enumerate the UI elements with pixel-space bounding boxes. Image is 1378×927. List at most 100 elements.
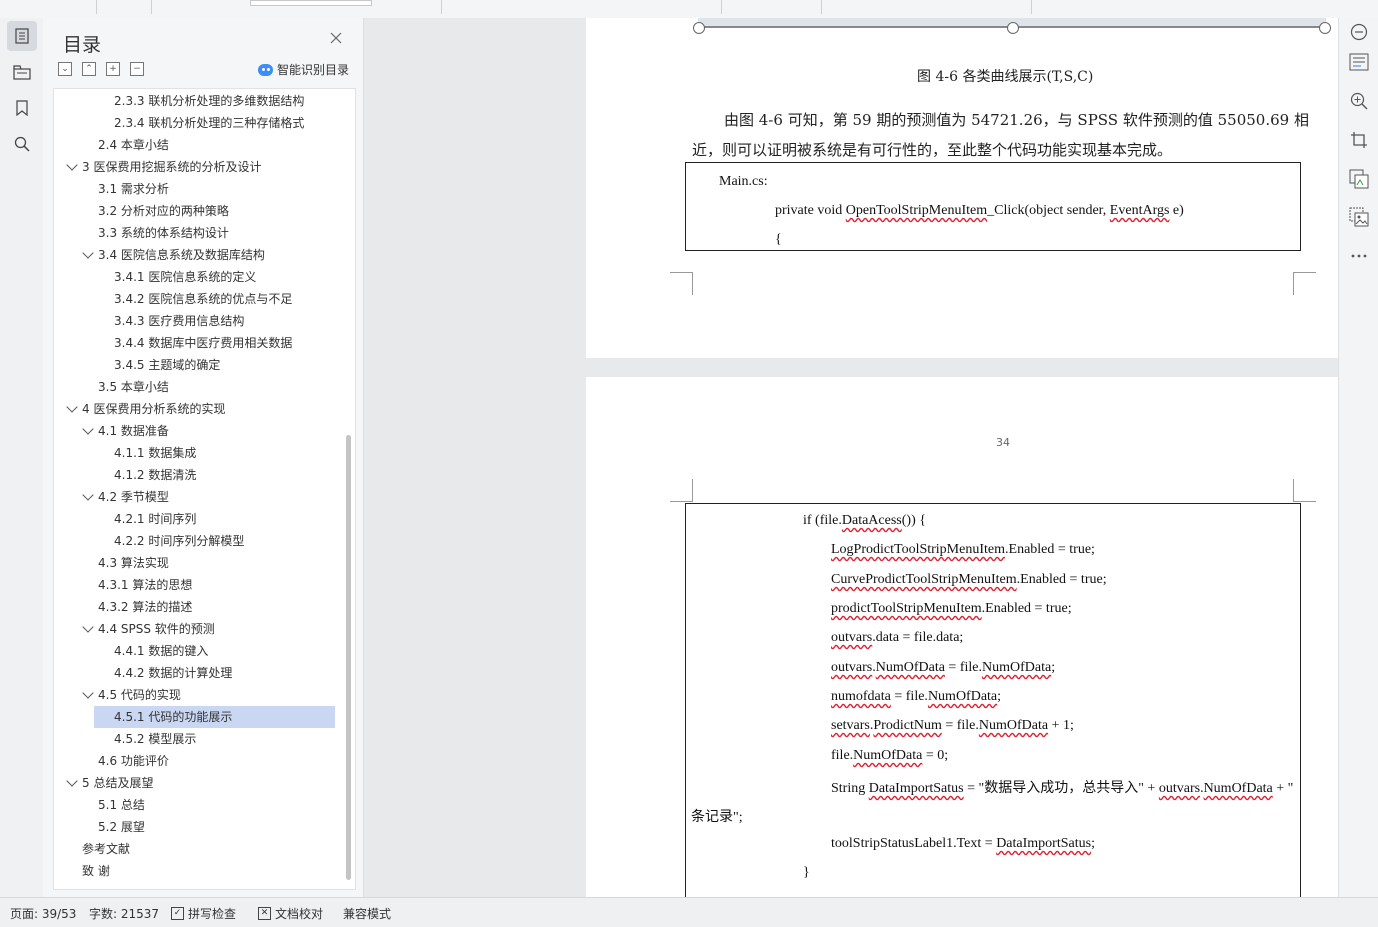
toc-item[interactable]: 3.3 系统的体系结构设计 [54, 222, 334, 244]
toc-item-label: 3.4.1 医院信息系统的定义 [114, 270, 257, 284]
toc-item[interactable]: 4.3.2 算法的描述 [54, 596, 334, 618]
toc-item[interactable]: 3.5 本章小结 [54, 376, 334, 398]
code-line: outvars.NumOfData = file.NumOfData; [831, 660, 1056, 675]
robot-icon [258, 63, 273, 76]
toc-item[interactable]: 4.4.1 数据的键入 [54, 640, 334, 662]
chevron-down-icon[interactable] [82, 489, 94, 501]
toc-scrollbar[interactable] [346, 435, 351, 880]
zoom-in-icon[interactable] [1347, 89, 1371, 113]
toc-item-label: 3.4.4 数据库中医疗费用相关数据 [114, 336, 293, 350]
code-line: { [775, 232, 782, 247]
crop-icon[interactable] [1347, 128, 1371, 152]
smart-toc-button[interactable]: 智能识别目录 [258, 61, 349, 78]
close-icon[interactable] [330, 32, 346, 48]
more-icon[interactable] [1347, 244, 1371, 268]
word-count[interactable]: 字数: 21537 [89, 905, 159, 922]
toc-item[interactable]: 4.4.2 数据的计算处理 [54, 662, 334, 684]
remove-heading-icon[interactable]: − [130, 62, 144, 76]
toc-item[interactable]: 致 谢 [54, 860, 334, 882]
toc-item-label: 3 医保费用挖掘系统的分析及设计 [82, 160, 262, 174]
toc-item[interactable]: 3.4.5 主题域的确定 [54, 354, 334, 376]
toc-item[interactable]: 4 医保费用分析系统的实现 [54, 398, 334, 420]
toc-item-label: 4.2 季节模型 [98, 490, 169, 504]
chevron-down-icon[interactable] [82, 423, 94, 435]
toc-item[interactable]: 4.5.1 代码的功能展示 [94, 706, 335, 728]
toc-item-label: 4.1.1 数据集成 [114, 446, 197, 460]
toc-item[interactable]: 3 医保费用挖掘系统的分析及设计 [54, 156, 334, 178]
toc-item[interactable]: 4.3 算法实现 [54, 552, 334, 574]
toc-item[interactable]: 4.2.2 时间序列分解模型 [54, 530, 334, 552]
image-translate-icon[interactable] [1347, 167, 1371, 191]
status-bar: 页面: 39/53 字数: 21537 ✓ 拼写检查 ✕ 文档校对 兼容模式 [0, 897, 1378, 927]
toc-item[interactable]: 4.1 数据准备 [54, 420, 334, 442]
toc-item[interactable]: 4.5 代码的实现 [54, 684, 334, 706]
smart-toc-label: 智能识别目录 [277, 63, 350, 77]
toc-item[interactable]: 4.5.2 模型展示 [54, 728, 334, 750]
proofread-button[interactable]: ✕ 文档校对 [258, 905, 323, 922]
toc-item[interactable]: 4.4 SPSS 软件的预测 [54, 618, 334, 640]
chevron-down-icon[interactable] [66, 775, 78, 787]
toc-item-label: 4.6 功能评价 [98, 754, 169, 768]
outline-icon[interactable] [7, 57, 37, 87]
chevron-down-icon[interactable] [82, 621, 94, 633]
toc-item[interactable]: 3.4.1 医院信息系统的定义 [54, 266, 334, 288]
toc-item[interactable]: 5.1 总结 [54, 794, 334, 816]
bookmark-icon[interactable] [7, 93, 37, 123]
toc-item[interactable]: 参考文献 [54, 838, 334, 860]
toc-item[interactable]: 3.4.2 医院信息系统的优点与不足 [54, 288, 334, 310]
toc-item[interactable]: 4.6 功能评价 [54, 750, 334, 772]
code-line: prodictToolStripMenuItem.Enabled = true; [831, 601, 1072, 616]
navigation-rail [0, 18, 44, 897]
toc-item[interactable]: 3.1 需求分析 [54, 178, 334, 200]
toc-item[interactable]: 4.1.1 数据集成 [54, 442, 334, 464]
toc-item-label: 5.2 展望 [98, 820, 145, 834]
toc-item-label: 致 谢 [82, 864, 110, 878]
toc-item[interactable]: 3.4 医院信息系统及数据库结构 [54, 244, 334, 266]
toc-item[interactable]: 2.3.4 联机分析处理的三种存储格式 [54, 112, 334, 134]
collapse-all-icon[interactable]: ⌄ [58, 62, 72, 76]
toc-item[interactable]: 4.1.2 数据清洗 [54, 464, 334, 486]
compat-mode: 兼容模式 [343, 907, 392, 921]
toc-item[interactable]: 3.4.3 医疗费用信息结构 [54, 310, 334, 332]
page-indicator[interactable]: 页面: 39/53 [10, 905, 76, 922]
spell-check-button[interactable]: ✓ 拼写检查 [171, 905, 236, 922]
toc-toolbar: ⌄ ⌃ + − [58, 62, 144, 76]
toc-item-label: 3.4 医院信息系统及数据库结构 [98, 248, 265, 262]
zoom-out-icon[interactable] [1347, 20, 1371, 44]
toc-item[interactable]: 3.4.4 数据库中医疗费用相关数据 [54, 332, 334, 354]
toc-item-label: 3.4.3 医疗费用信息结构 [114, 314, 245, 328]
page-number: 34 [996, 436, 1010, 449]
chevron-down-icon[interactable] [82, 247, 94, 259]
toc-item[interactable]: 3.2 分析对应的两种策略 [54, 200, 334, 222]
toc-item[interactable]: 4.2.1 时间序列 [54, 508, 334, 530]
toc-icon[interactable] [7, 21, 37, 51]
toc-item[interactable]: 5.2 展望 [54, 816, 334, 838]
format-icon[interactable] [1347, 50, 1371, 74]
chevron-down-icon[interactable] [82, 687, 94, 699]
toc-item-label: 5.1 总结 [98, 798, 145, 812]
toc-item-label: 2.4 本章小结 [98, 138, 169, 152]
ribbon-strip [0, 0, 1378, 19]
chevron-down-icon[interactable] [66, 401, 78, 413]
toc-item[interactable]: 4.3.1 算法的思想 [54, 574, 334, 596]
image-edit-icon[interactable] [1347, 205, 1371, 229]
toc-item-label: 4.2.2 时间序列分解模型 [114, 534, 245, 548]
toc-item-label: 4.1.2 数据清洗 [114, 468, 197, 482]
toc-item-label: 3.5 本章小结 [98, 380, 169, 394]
margin-mark [1293, 272, 1316, 295]
toc-item[interactable]: 4.2 季节模型 [54, 486, 334, 508]
toc-item[interactable]: 2.3.3 联机分析处理的多维数据结构 [54, 90, 334, 112]
toc-item-label: 4.3.2 算法的描述 [98, 600, 193, 614]
toc-item[interactable]: 5 总结及展望 [54, 772, 334, 794]
add-heading-icon[interactable]: + [106, 62, 120, 76]
resize-handle[interactable] [693, 22, 705, 34]
resize-handle[interactable] [1007, 22, 1019, 34]
check-icon: ✓ [171, 907, 184, 920]
expand-up-icon[interactable]: ⌃ [82, 62, 96, 76]
toc-item[interactable]: 2.4 本章小结 [54, 134, 334, 156]
code-line: if (file.DataAcess()) { [803, 513, 926, 528]
resize-handle[interactable] [1319, 22, 1331, 34]
chevron-down-icon[interactable] [66, 159, 78, 171]
search-icon[interactable] [7, 129, 37, 159]
toc-item-label: 4.4.2 数据的计算处理 [114, 666, 233, 680]
